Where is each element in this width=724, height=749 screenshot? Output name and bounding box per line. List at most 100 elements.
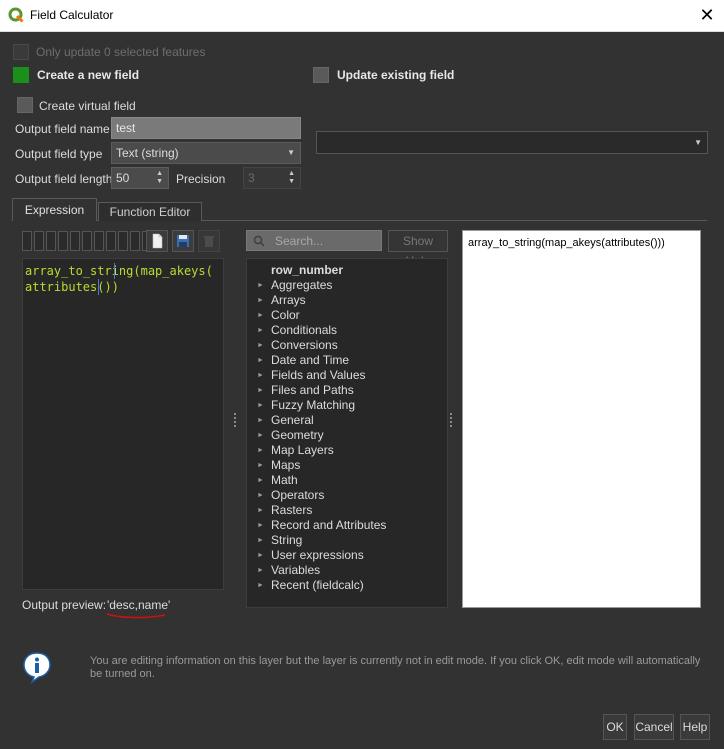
tree-item-label: Recent (fieldcalc) bbox=[271, 578, 364, 592]
tree-item[interactable]: ► User expressions bbox=[247, 548, 445, 563]
caret-right-icon[interactable]: ► bbox=[257, 293, 264, 308]
tree-item[interactable]: row_number bbox=[247, 263, 445, 278]
tree-item[interactable]: ► Recent (fieldcalc) bbox=[247, 578, 445, 593]
help-panel: array_to_string(map_akeys(attributes())) bbox=[462, 230, 701, 608]
save-button[interactable] bbox=[172, 230, 194, 252]
existing-field-select[interactable]: ▼ bbox=[316, 131, 708, 154]
annotation-underline bbox=[106, 613, 166, 619]
operator-button[interactable] bbox=[82, 231, 92, 251]
precision-label: Precision bbox=[176, 172, 226, 186]
caret-right-icon[interactable]: ► bbox=[257, 398, 264, 413]
tree-item-label: Geometry bbox=[271, 428, 324, 442]
caret-right-icon[interactable]: ► bbox=[257, 428, 264, 443]
expression-editor[interactable]: array_to_string(map_akeys( attributes()) bbox=[22, 258, 224, 590]
caret-right-icon[interactable]: ► bbox=[257, 563, 264, 578]
tree-item[interactable]: ► Files and Paths bbox=[247, 383, 445, 398]
new-file-button[interactable] bbox=[146, 230, 168, 252]
tree-item-label: Record and Attributes bbox=[271, 518, 387, 532]
tree-item[interactable]: ► General bbox=[247, 413, 445, 428]
tree-item-label: Operators bbox=[271, 488, 325, 502]
splitter-handle[interactable] bbox=[234, 413, 237, 431]
tab-function-editor[interactable]: Function Editor bbox=[98, 202, 202, 221]
caret-right-icon[interactable]: ► bbox=[257, 458, 264, 473]
output-field-type-label: Output field type bbox=[15, 147, 103, 161]
ok-button[interactable]: OK bbox=[603, 714, 627, 740]
caret-right-icon[interactable]: ► bbox=[257, 368, 264, 383]
output-field-name-input[interactable]: test bbox=[111, 117, 301, 139]
caret-right-icon[interactable]: ► bbox=[257, 323, 264, 338]
help-button[interactable]: Help bbox=[680, 714, 710, 740]
tree-item-label: Color bbox=[271, 308, 300, 322]
operator-button[interactable] bbox=[58, 231, 68, 251]
tree-item[interactable]: ► Variables bbox=[247, 563, 445, 578]
operator-button[interactable] bbox=[34, 231, 44, 251]
caret-right-icon[interactable]: ► bbox=[257, 488, 264, 503]
chevron-down-icon: ▼ bbox=[694, 138, 702, 147]
create-new-field-radio[interactable] bbox=[13, 67, 29, 83]
tree-item[interactable]: ► Conversions bbox=[247, 338, 445, 353]
operator-button[interactable] bbox=[70, 231, 80, 251]
caret-right-icon[interactable]: ► bbox=[257, 443, 264, 458]
caret-right-icon[interactable]: ► bbox=[257, 278, 264, 293]
caret-right-icon[interactable]: ► bbox=[257, 518, 264, 533]
tree-item-label: Conversions bbox=[271, 338, 338, 352]
function-search-input[interactable]: Search... bbox=[246, 230, 382, 251]
operator-button[interactable] bbox=[106, 231, 116, 251]
tree-item[interactable]: ► String bbox=[247, 533, 445, 548]
tree-item[interactable]: ► Date and Time bbox=[247, 353, 445, 368]
cancel-button[interactable]: Cancel bbox=[634, 714, 674, 740]
window-title: Field Calculator bbox=[30, 8, 114, 22]
tree-item[interactable]: ► Fuzzy Matching bbox=[247, 398, 445, 413]
tree-item[interactable]: ► Arrays bbox=[247, 293, 445, 308]
function-tree[interactable]: row_number ► Aggregates ► Arrays ► Color ► Condi… bbox=[246, 258, 448, 608]
spin-arrows-icon[interactable]: ▲ ▼ bbox=[156, 170, 163, 186]
tree-item[interactable]: ► Record and Attributes bbox=[247, 518, 445, 533]
tree-item[interactable]: ► Conditionals bbox=[247, 323, 445, 338]
tree-item[interactable]: ► Aggregates bbox=[247, 278, 445, 293]
caret-right-icon[interactable]: ► bbox=[257, 533, 264, 548]
caret-right-icon[interactable]: ► bbox=[257, 383, 264, 398]
output-field-length-value: 50 bbox=[116, 171, 130, 185]
operator-button[interactable] bbox=[22, 231, 32, 251]
only-update-checkbox[interactable] bbox=[13, 44, 29, 60]
tree-item[interactable]: ► Geometry bbox=[247, 428, 445, 443]
tree-item[interactable]: ► Maps bbox=[247, 458, 445, 473]
tree-item[interactable]: ► Map Layers bbox=[247, 443, 445, 458]
tab-expression[interactable]: Expression bbox=[12, 198, 97, 221]
output-field-type-select[interactable]: Text (string) ▼ bbox=[111, 142, 301, 164]
operator-button[interactable] bbox=[94, 231, 104, 251]
bracket-match-marker bbox=[114, 263, 115, 279]
operator-button[interactable] bbox=[46, 231, 56, 251]
delete-button[interactable] bbox=[198, 230, 220, 252]
help-text: array_to_string(map_akeys(attributes())) bbox=[468, 237, 665, 249]
caret-right-icon[interactable]: ► bbox=[257, 413, 264, 428]
chevron-down-icon: ▼ bbox=[287, 148, 295, 157]
tree-item[interactable]: ► Math bbox=[247, 473, 445, 488]
new-file-icon bbox=[152, 233, 163, 249]
operator-button[interactable] bbox=[130, 231, 140, 251]
update-existing-field-radio[interactable] bbox=[313, 67, 329, 83]
splitter-handle[interactable] bbox=[450, 413, 453, 431]
create-new-field-label: Create a new field bbox=[37, 68, 140, 82]
caret-right-icon[interactable]: ► bbox=[257, 338, 264, 353]
close-icon[interactable]: ✕ bbox=[690, 0, 724, 31]
output-field-length-spinbox[interactable]: 50 ▲ ▼ bbox=[111, 167, 169, 189]
tree-item[interactable]: ► Color bbox=[247, 308, 445, 323]
caret-right-icon[interactable]: ► bbox=[257, 353, 264, 368]
operator-button[interactable] bbox=[118, 231, 128, 251]
show-help-button[interactable]: Show Help bbox=[388, 230, 448, 268]
caret-right-icon[interactable]: ► bbox=[257, 578, 264, 593]
caret-right-icon[interactable]: ► bbox=[257, 308, 264, 323]
precision-value: 3 bbox=[248, 171, 255, 185]
spin-arrows-icon[interactable]: ▲ ▼ bbox=[288, 170, 295, 186]
tree-item-label: Arrays bbox=[271, 293, 306, 307]
tree-item[interactable]: ► Operators bbox=[247, 488, 445, 503]
caret-right-icon[interactable]: ► bbox=[257, 473, 264, 488]
tree-item-label: Rasters bbox=[271, 503, 313, 517]
caret-right-icon[interactable]: ► bbox=[257, 503, 264, 518]
precision-spinbox[interactable]: 3 ▲ ▼ bbox=[243, 167, 301, 189]
tree-item[interactable]: ► Rasters bbox=[247, 503, 445, 518]
create-virtual-field-checkbox[interactable] bbox=[17, 97, 33, 113]
caret-right-icon[interactable]: ► bbox=[257, 548, 264, 563]
tree-item[interactable]: ► Fields and Values bbox=[247, 368, 445, 383]
